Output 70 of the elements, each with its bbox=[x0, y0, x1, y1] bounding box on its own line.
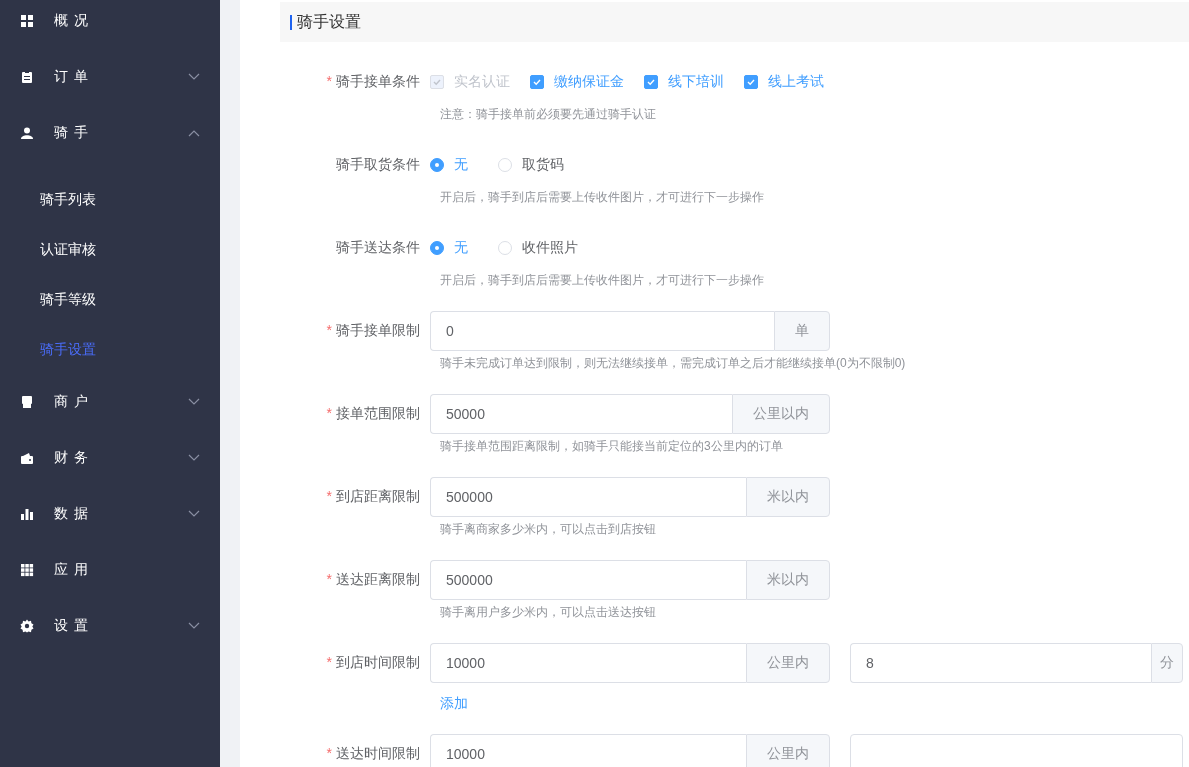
chevron-icon bbox=[188, 622, 200, 630]
required-mark: * bbox=[326, 488, 332, 504]
menu-item[interactable]: 概 况 bbox=[0, 0, 220, 49]
field-label: 骑手取货条件 bbox=[336, 156, 420, 172]
field-label: 送达时间限制 bbox=[336, 745, 420, 761]
field-label: 到店距离限制 bbox=[336, 488, 420, 504]
unit-label: 米以内 bbox=[746, 477, 830, 517]
menu-item[interactable]: 财 务 bbox=[0, 430, 220, 486]
unit-label: 公里内 bbox=[746, 734, 830, 767]
field-label: 骑手接单限制 bbox=[336, 322, 420, 338]
required-mark: * bbox=[326, 654, 332, 670]
menu-item[interactable]: 设 置 bbox=[0, 598, 220, 654]
menu-icon bbox=[20, 14, 34, 28]
submenu-item[interactable]: 认证审核 bbox=[0, 224, 220, 274]
help-text: 注意：骑手接单前必须要先通过骑手认证 bbox=[440, 106, 657, 123]
help-text: 开启后，骑手到店后需要上传收件图片，才可进行下一步操作 bbox=[440, 189, 765, 206]
help-text: 骑手接单范围距离限制，如骑手只能接当前定位的3公里内的订单 bbox=[440, 438, 784, 455]
menu-item[interactable]: 骑 手 bbox=[0, 105, 220, 161]
menu-icon bbox=[20, 395, 34, 409]
radio-button[interactable]: 收件照片 bbox=[498, 239, 578, 257]
help-text: 骑手离商家多少米内，可以点击到店按钮 bbox=[440, 521, 657, 538]
radio-button[interactable]: 取货码 bbox=[498, 156, 564, 174]
required-mark: * bbox=[326, 322, 332, 338]
menu-icon bbox=[20, 126, 34, 140]
menu-icon bbox=[20, 451, 34, 465]
unit-label: 单 bbox=[774, 311, 830, 351]
menu-icon bbox=[20, 563, 34, 577]
menu-icon bbox=[20, 70, 34, 84]
chevron-icon bbox=[188, 454, 200, 462]
input-field[interactable]: 10000 bbox=[430, 734, 746, 767]
help-text: 骑手未完成订单达到限制，则无法继续接单，需完成订单之后才能继续接单(0为不限制0) bbox=[440, 355, 907, 372]
field-label: 骑手送达条件 bbox=[336, 239, 420, 255]
field-label: 骑手接单条件 bbox=[336, 73, 420, 89]
chevron-icon bbox=[188, 129, 200, 137]
menu-icon bbox=[20, 507, 34, 521]
check-icon bbox=[746, 77, 756, 87]
check-icon bbox=[432, 77, 442, 87]
chevron-icon bbox=[188, 398, 200, 406]
input-field[interactable]: 10000 bbox=[430, 643, 746, 683]
menu-item[interactable]: 商 户 bbox=[0, 374, 220, 430]
required-mark: * bbox=[326, 745, 332, 761]
check-icon bbox=[646, 77, 656, 87]
submenu-item[interactable]: 骑手等级 bbox=[0, 274, 220, 324]
check-icon bbox=[532, 77, 542, 87]
chevron-icon bbox=[188, 510, 200, 518]
input-field[interactable]: 500000 bbox=[430, 560, 746, 600]
menu-item[interactable]: 应 用 bbox=[0, 542, 220, 598]
input-field[interactable]: 0 bbox=[430, 311, 774, 351]
submenu-item[interactable]: 骑手列表 bbox=[0, 174, 220, 224]
input-field[interactable]: 50000 bbox=[430, 394, 732, 434]
unit-label: 公里内 bbox=[746, 643, 830, 683]
help-text: 骑手离用户多少米内，可以点击送达按钮 bbox=[440, 604, 657, 621]
field-label: 接单范围限制 bbox=[336, 405, 420, 421]
unit-label: 米以内 bbox=[746, 560, 830, 600]
menu-item[interactable]: 订 单 bbox=[0, 49, 220, 105]
menu-icon bbox=[20, 619, 34, 633]
help-text: 开启后，骑手到店后需要上传收件图片，才可进行下一步操作 bbox=[440, 272, 765, 289]
unit-label: 公里以内 bbox=[732, 394, 830, 434]
menu-item[interactable]: 数 据 bbox=[0, 486, 220, 542]
input-field[interactable]: 500000 bbox=[430, 477, 746, 517]
section-title: 骑手设置 bbox=[297, 11, 361, 32]
required-mark: * bbox=[326, 405, 332, 421]
input-field[interactable]: 8 bbox=[850, 643, 1151, 683]
chevron-icon bbox=[188, 73, 200, 81]
field-label: 送达距离限制 bbox=[336, 571, 420, 587]
input-field[interactable] bbox=[850, 734, 1183, 767]
required-mark: * bbox=[326, 73, 332, 89]
required-mark: * bbox=[326, 571, 332, 587]
field-label: 到店时间限制 bbox=[336, 654, 420, 670]
unit-label: 分 bbox=[1151, 643, 1183, 683]
